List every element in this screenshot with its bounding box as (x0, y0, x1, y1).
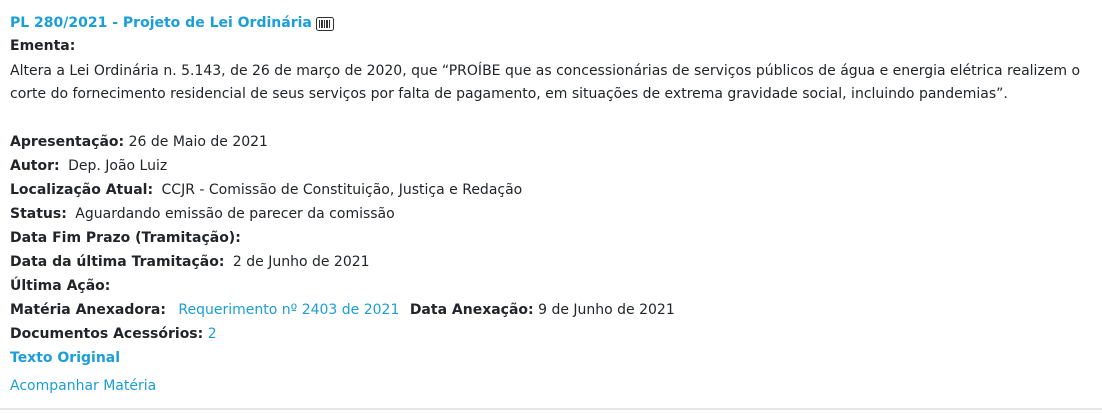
acompanhar-row: Acompanhar Matéria (10, 376, 156, 396)
bill-title-link[interactable]: PL 280/2021 - Projeto de Lei Ordinária (10, 15, 312, 31)
status-row: Status: Aguardando emissão de parecer da… (10, 204, 395, 224)
materia-anexadora-row: Matéria Anexadora: Requerimento nº 2403 … (10, 300, 675, 320)
autor-value: Dep. João Luiz (68, 158, 168, 174)
texto-original-row: Texto Original (10, 348, 120, 368)
texto-original-link[interactable]: Texto Original (10, 350, 120, 366)
ementa-label-line: Ementa: (10, 36, 75, 56)
status-value: Aguardando emissão de parecer da comissã… (75, 206, 395, 222)
data-ultima-tramitacao-value: 2 de Junho de 2021 (232, 254, 370, 270)
status-label: Status: (10, 206, 67, 222)
ementa-label: Ementa: (10, 38, 76, 54)
data-ultima-tramitacao-row: Data da última Tramitação: 2 de Junho de… (10, 252, 370, 272)
data-anexacao-value: 9 de Junho de 2021 (538, 302, 675, 318)
barcode-icon[interactable] (315, 16, 334, 31)
documentos-label: Documentos Acessórios: (10, 326, 204, 342)
ultima-acao-label: Última Ação: (10, 278, 111, 294)
bill-card: PL 280/2021 - Projeto de Lei Ordinária E… (0, 0, 1102, 410)
apresentacao-row: Apresentação: 26 de Maio de 2021 (10, 132, 268, 152)
title-row: PL 280/2021 - Projeto de Lei Ordinária (10, 13, 334, 33)
data-anexacao-label: Data Anexação: (409, 302, 534, 318)
autor-label: Autor: (10, 158, 60, 174)
materia-anexadora-link[interactable]: Requerimento nº 2403 de 2021 (178, 302, 399, 318)
documentos-row: Documentos Acessórios: 2 (10, 324, 217, 344)
apresentacao-label: Apresentação: (10, 134, 125, 150)
apresentacao-value: 26 de Maio de 2021 (128, 134, 268, 150)
acompanhar-materia-link[interactable]: Acompanhar Matéria (10, 378, 156, 394)
documentos-count-link[interactable]: 2 (208, 326, 217, 342)
localizacao-value: CCJR - Comissão de Constituição, Justiça… (161, 182, 523, 198)
ementa-text: Altera a Lei Ordinária n. 5.143, de 26 d… (10, 63, 1081, 102)
data-fim-prazo-label: Data Fim Prazo (Tramitação): (10, 230, 241, 246)
autor-row: Autor: Dep. João Luiz (10, 156, 167, 176)
data-fim-prazo-row: Data Fim Prazo (Tramitação): (10, 228, 241, 248)
materia-anexadora-label: Matéria Anexadora: (10, 302, 166, 318)
data-ultima-tramitacao-label: Data da última Tramitação: (10, 254, 225, 270)
localizacao-label: Localização Atual: (10, 182, 154, 198)
ultima-acao-row: Última Ação: (10, 276, 110, 296)
localizacao-row: Localização Atual: CCJR - Comissão de Co… (10, 180, 522, 200)
